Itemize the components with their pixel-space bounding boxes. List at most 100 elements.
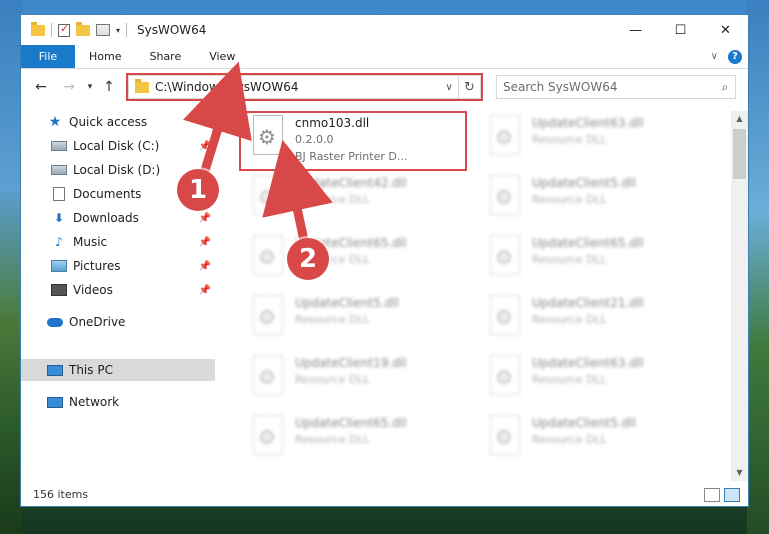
file-description: Resource DLL — [532, 373, 607, 386]
tab-view[interactable]: View — [195, 45, 249, 68]
minimize-button[interactable]: — — [613, 15, 658, 45]
sidebar-item-downloads[interactable]: ⬇ Downloads 📌 — [21, 207, 215, 229]
file-description: Resource DLL — [295, 433, 370, 446]
explorer-window: ▾ SysWOW64 — ☐ ✕ File Home Share View ∨ … — [20, 14, 749, 507]
status-bar: 156 items — [21, 482, 748, 506]
rename-icon[interactable] — [96, 24, 110, 36]
sidebar-item-quick-access[interactable]: ★ Quick access — [21, 111, 215, 133]
file-description: Resource DLL — [295, 193, 370, 206]
file-name: UpdateClient65.dll — [532, 236, 644, 250]
video-icon — [51, 283, 67, 297]
sidebar-item-local-disk-c[interactable]: Local Disk (C:) 📌 — [21, 135, 215, 157]
file-item[interactable]: ⚙ UpdateClient19.dll Resource DLL — [241, 351, 466, 409]
ribbon-right: ∨ ? — [711, 45, 748, 68]
file-item[interactable]: ⚙ UpdateClient63.dll Resource DLL — [478, 111, 703, 169]
file-item[interactable]: ⚙ UpdateClient42.dll Resource DLL — [241, 171, 466, 229]
quick-access-toolbar: ▾ — [21, 21, 128, 37]
dll-file-icon: ⚙ — [486, 415, 526, 459]
step-2-badge: 2 — [287, 238, 329, 280]
file-name: UpdateClient5.dll — [295, 296, 399, 310]
maximize-button[interactable]: ☐ — [658, 15, 703, 45]
file-item-cnmo103[interactable]: ⚙ cnmo103.dll 0.2.0.0 BJ Raster Printer … — [241, 111, 466, 169]
file-item[interactable]: ⚙ UpdateClient5.dll Resource DLL — [478, 171, 703, 229]
window-controls: — ☐ ✕ — [613, 15, 748, 45]
tab-file[interactable]: File — [21, 45, 75, 68]
close-button[interactable]: ✕ — [703, 15, 748, 45]
navigation-bar: ← → ▾ ↑ C:\Windows\SysWOW64 ∨ ↻ Search S… — [21, 71, 748, 103]
file-item[interactable]: ⚙ UpdateClient65.dll Resource DLL — [478, 231, 703, 289]
search-icon[interactable]: ⌕ — [715, 80, 735, 95]
file-name: UpdateClient63.dll — [532, 356, 644, 370]
details-view-icon[interactable] — [704, 488, 720, 502]
large-icons-view-icon[interactable] — [724, 488, 740, 502]
scrollbar-thumb[interactable] — [733, 129, 746, 179]
scroll-up-icon[interactable]: ▲ — [731, 111, 748, 127]
file-description: Resource DLL — [295, 373, 370, 386]
search-box[interactable]: Search SysWOW64 ⌕ — [496, 75, 736, 99]
tab-home[interactable]: Home — [75, 45, 135, 68]
file-version: 0.2.0.0 — [295, 133, 334, 146]
file-name: UpdateClient42.dll — [295, 176, 407, 190]
sidebar-item-music[interactable]: ♪ Music 📌 — [21, 231, 215, 253]
file-item[interactable]: ⚙ UpdateClient65.dll Resource DLL — [241, 231, 466, 289]
expand-ribbon-icon[interactable]: ∨ — [711, 51, 718, 62]
file-item[interactable]: ⚙ UpdateClient63.dll Resource DLL — [478, 351, 703, 409]
dll-file-icon: ⚙ — [486, 295, 526, 339]
file-description: Resource DLL — [532, 433, 607, 446]
up-arrow-icon[interactable]: ↑ — [99, 79, 119, 95]
file-item[interactable]: ⚙ UpdateClient21.dll Resource DLL — [478, 291, 703, 349]
music-icon: ♪ — [55, 235, 63, 249]
pin-icon: 📌 — [198, 140, 211, 152]
drive-icon — [51, 163, 67, 177]
properties-icon[interactable] — [58, 22, 70, 37]
pin-icon: 📌 — [198, 284, 211, 296]
dll-file-icon: ⚙ — [486, 235, 526, 279]
sidebar-item-label: Downloads — [73, 211, 139, 225]
dll-file-icon: ⚙ — [486, 175, 526, 219]
desktop-background-right — [747, 0, 769, 534]
file-item[interactable]: ⚙ UpdateClient65.dll Resource DLL — [241, 411, 466, 469]
file-list: ⚙ cnmo103.dll 0.2.0.0 BJ Raster Printer … — [233, 111, 733, 481]
dll-file-icon: ⚙ — [249, 235, 289, 279]
help-icon[interactable]: ? — [728, 49, 742, 64]
dll-file-icon: ⚙ — [249, 175, 289, 219]
step-1-badge: 1 — [177, 169, 219, 211]
title-bar: ▾ SysWOW64 — ☐ ✕ — [21, 15, 748, 45]
sidebar-item-this-pc[interactable]: This PC — [21, 359, 215, 381]
chevron-down-icon[interactable]: ∨ — [440, 82, 458, 93]
sidebar-item-network[interactable]: Network — [21, 391, 215, 413]
scroll-down-icon[interactable]: ▼ — [731, 465, 748, 481]
sidebar-item-label: Local Disk (D:) — [73, 163, 161, 177]
refresh-icon[interactable]: ↻ — [458, 76, 480, 98]
address-bar[interactable]: C:\Windows\SysWOW64 ∨ ↻ — [128, 75, 481, 99]
tab-share[interactable]: Share — [135, 45, 195, 68]
file-item[interactable]: ⚙ UpdateClient5.dll Resource DLL — [241, 291, 466, 349]
forward-arrow-icon[interactable]: → — [59, 79, 79, 95]
search-input[interactable]: Search SysWOW64 — [503, 80, 715, 94]
sidebar-item-label: Documents — [73, 187, 142, 201]
dll-file-icon: ⚙ — [249, 295, 289, 339]
sidebar-item-videos[interactable]: Videos 📌 — [21, 279, 215, 301]
file-name: UpdateClient5.dll — [532, 416, 636, 430]
vertical-scrollbar[interactable]: ▲ ▼ — [731, 111, 748, 481]
pin-icon: 📌 — [198, 236, 211, 248]
star-icon: ★ — [48, 114, 62, 130]
file-item[interactable]: ⚙ UpdateClient5.dll Resource DLL — [478, 411, 703, 469]
chevron-down-icon[interactable]: ▾ — [116, 26, 120, 35]
file-name: UpdateClient21.dll — [532, 296, 644, 310]
address-path[interactable]: C:\Windows\SysWOW64 — [155, 80, 440, 94]
new-folder-icon[interactable] — [76, 21, 90, 36]
sidebar-item-label: This PC — [69, 363, 113, 377]
recent-locations-icon[interactable]: ▾ — [83, 82, 97, 92]
file-name: UpdateClient5.dll — [532, 176, 636, 190]
file-name: UpdateClient63.dll — [532, 116, 644, 130]
back-arrow-icon[interactable]: ← — [31, 79, 51, 95]
sidebar-item-onedrive[interactable]: OneDrive — [21, 311, 215, 333]
sidebar-item-pictures[interactable]: Pictures 📌 — [21, 255, 215, 277]
navigation-pane: ★ Quick access Local Disk (C:) 📌 Local D… — [21, 111, 215, 481]
pin-icon: 📌 — [198, 260, 211, 272]
download-icon: ⬇ — [53, 211, 65, 225]
folder-icon — [135, 78, 149, 93]
ribbon-tabs: File Home Share View ∨ ? — [21, 45, 748, 69]
sidebar-item-label: Network — [69, 395, 120, 409]
